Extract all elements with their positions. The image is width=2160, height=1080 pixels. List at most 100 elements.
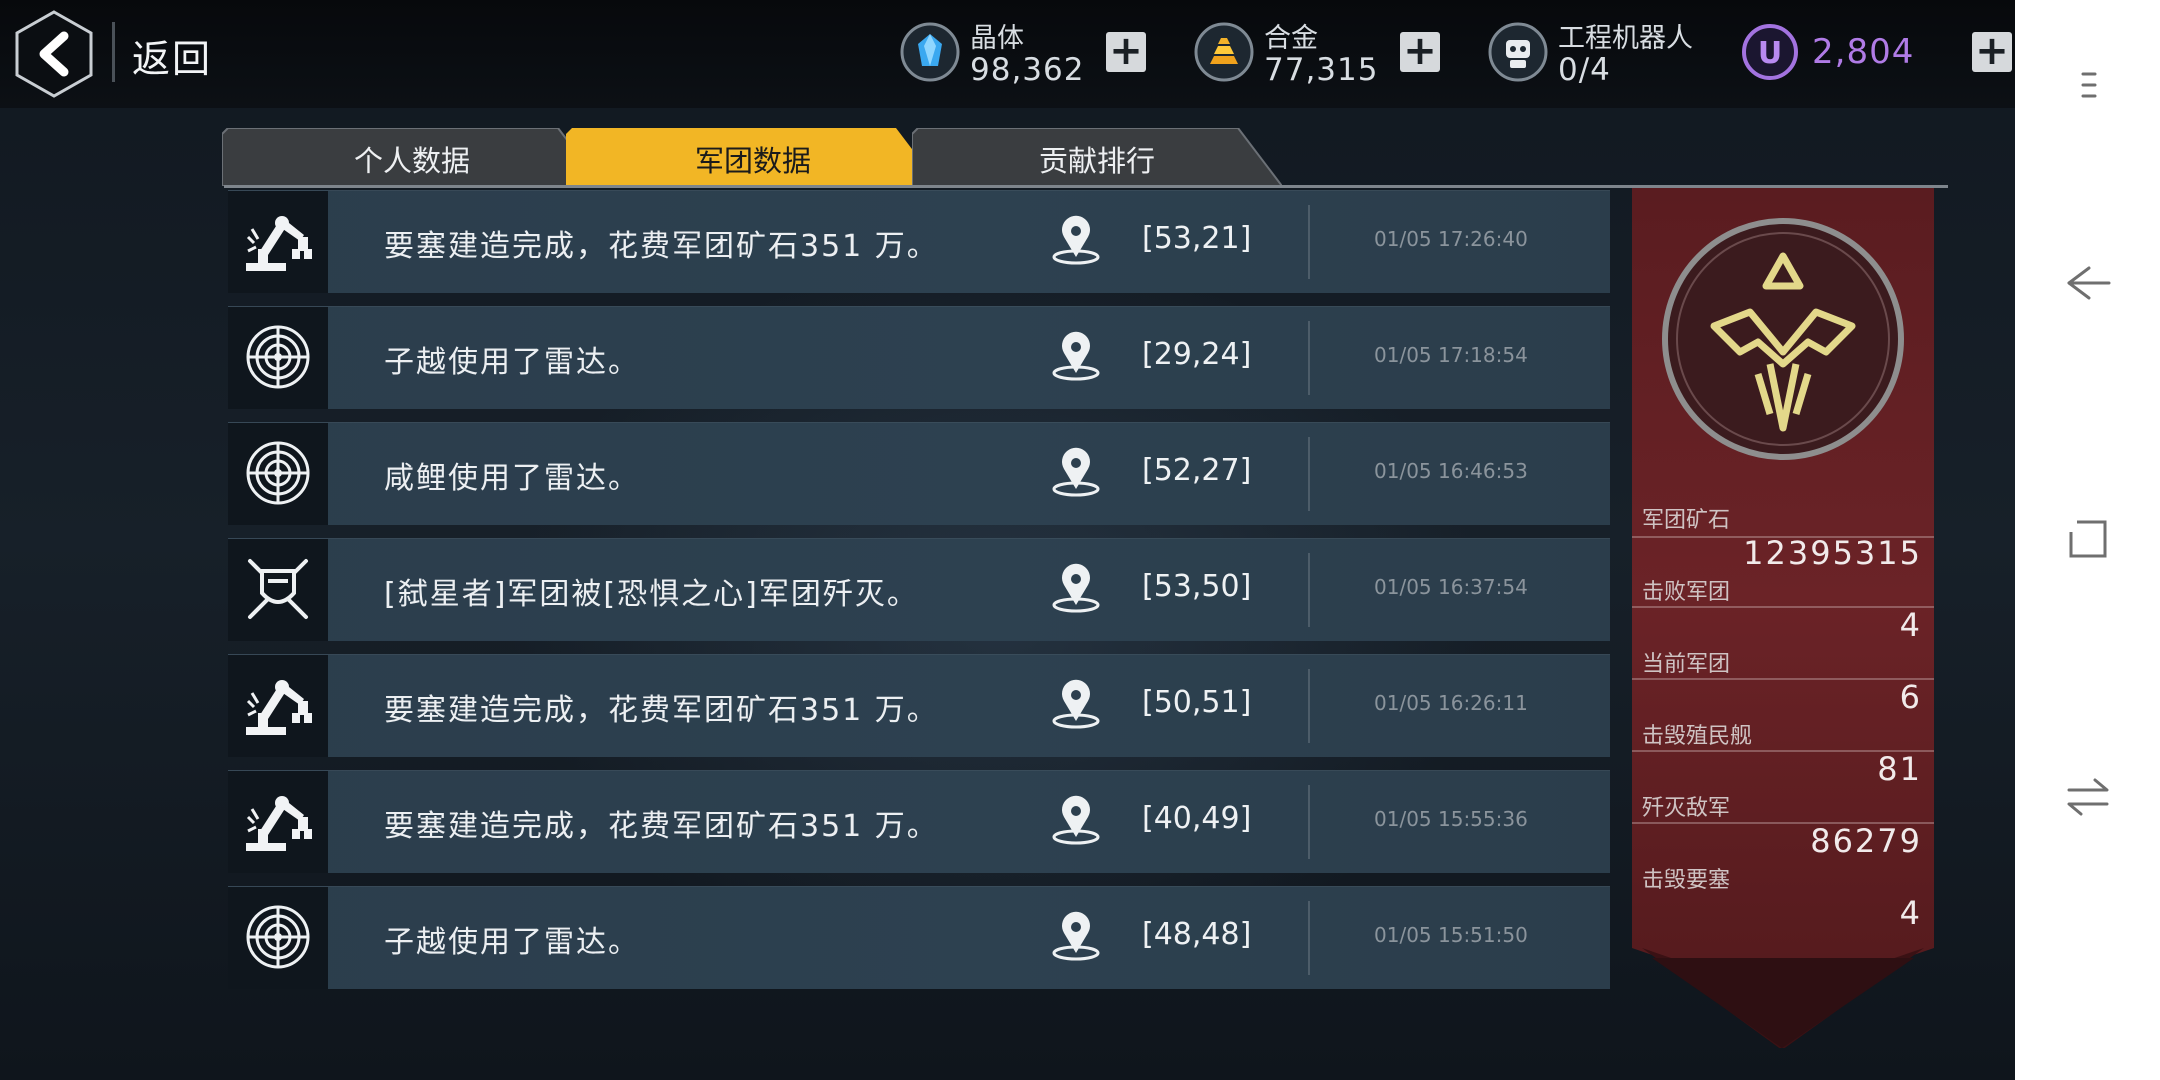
stat-divider bbox=[1632, 536, 1934, 538]
event-icon-box bbox=[228, 423, 328, 525]
location-pin-icon[interactable] bbox=[1048, 559, 1104, 619]
recent-apps-icon[interactable] bbox=[2055, 764, 2121, 830]
row-divider bbox=[1308, 553, 1310, 627]
resource-name: 工程机器人 bbox=[1558, 23, 1693, 54]
event-icon-box bbox=[228, 655, 328, 757]
stat-divider bbox=[1632, 606, 1934, 608]
stat-divider bbox=[1632, 678, 1934, 680]
location-pin-icon[interactable] bbox=[1048, 327, 1104, 387]
event-row[interactable]: 子越使用了雷达。 [29,24] 01/05 17:18:54 bbox=[228, 306, 1610, 409]
event-time: 01/05 15:55:36 bbox=[1374, 807, 1528, 831]
event-coordinates[interactable]: [52,27] bbox=[1142, 453, 1251, 488]
event-icon-box bbox=[228, 307, 328, 409]
event-row[interactable]: 子越使用了雷达。 [48,48] 01/05 15:51:50 bbox=[228, 886, 1610, 989]
tab-label: 军团数据 bbox=[694, 144, 811, 178]
stat-divider bbox=[1632, 750, 1934, 752]
event-coordinates[interactable]: [40,49] bbox=[1142, 801, 1251, 836]
location-pin-icon[interactable] bbox=[1048, 675, 1104, 735]
tab-label: 贡献排行 bbox=[1038, 144, 1155, 178]
event-message: 要塞建造完成，花费军团矿石351 万。 bbox=[384, 809, 939, 844]
stat-value: 81 bbox=[1877, 750, 1922, 788]
menu-icon[interactable] bbox=[2055, 52, 2121, 118]
event-icon-box bbox=[228, 191, 328, 293]
event-row[interactable]: [弑星者]军团被[恐惧之心]军团歼灭。 [53,50] 01/05 16:37:54 bbox=[228, 538, 1610, 641]
back-button[interactable] bbox=[14, 10, 94, 98]
event-list[interactable]: 要塞建造完成，花费军团矿石351 万。[54,17]01/05 17:43:37… bbox=[228, 190, 1610, 1008]
alloy-icon bbox=[1194, 22, 1254, 82]
stat-value: 4 bbox=[1899, 894, 1922, 932]
event-time: 01/05 15:51:50 bbox=[1374, 923, 1528, 947]
row-divider bbox=[1308, 205, 1310, 279]
event-message: 子越使用了雷达。 bbox=[384, 345, 640, 380]
event-icon-box bbox=[228, 539, 328, 641]
home-nav-icon[interactable] bbox=[2055, 506, 2121, 572]
game-screen: 返回 晶体 98,362 + 合金 77,315 + 工程机器人 0/4 U 2… bbox=[0, 0, 2015, 1080]
tab-label: 个人数据 bbox=[353, 144, 470, 178]
row-divider bbox=[1308, 437, 1310, 511]
resource-alloy: 合金 77,315 + bbox=[1194, 12, 1444, 96]
add-crystal-button[interactable]: + bbox=[1106, 31, 1146, 72]
event-time: 01/05 17:18:54 bbox=[1374, 343, 1528, 367]
event-row[interactable]: 咸鲤使用了雷达。 [52,27] 01/05 16:46:53 bbox=[228, 422, 1610, 525]
tab-personal-data[interactable]: 个人数据 bbox=[222, 128, 602, 186]
row-divider bbox=[1308, 901, 1310, 975]
event-time: 01/05 16:37:54 bbox=[1374, 575, 1528, 599]
tab-legion-data[interactable]: 军团数据 bbox=[566, 128, 940, 186]
event-message: 咸鲤使用了雷达。 bbox=[384, 461, 640, 496]
location-pin-icon[interactable] bbox=[1048, 907, 1104, 967]
svg-text:U: U bbox=[1758, 36, 1782, 71]
resource-name: 晶体 bbox=[970, 23, 1024, 54]
event-message: 要塞建造完成，花费军团矿石351 万。 bbox=[384, 693, 939, 728]
top-bar: 返回 晶体 98,362 + 合金 77,315 + 工程机器人 0/4 U 2… bbox=[0, 0, 2015, 108]
legion-stats-panel: 军团矿石 12395315 击败军团 4 当前军团 6 击毁殖民舰 81 歼灭敌… bbox=[1632, 188, 1934, 1048]
event-icon-box bbox=[228, 771, 328, 873]
u-coin-icon: U bbox=[1742, 24, 1798, 80]
event-row[interactable]: 要塞建造完成，花费军团矿石351 万。 [50,51] 01/05 16:26:11 bbox=[228, 654, 1610, 757]
event-coordinates[interactable]: [53,21] bbox=[1142, 221, 1251, 256]
tab-contribution-rank[interactable]: 贡献排行 bbox=[912, 128, 1282, 186]
add-alloy-button[interactable]: + bbox=[1400, 31, 1440, 72]
resource-value: 98,362 bbox=[970, 52, 1085, 88]
event-time: 01/05 16:26:11 bbox=[1374, 691, 1528, 715]
event-message: [弑星者]军团被[恐惧之心]军团歼灭。 bbox=[384, 577, 919, 612]
add-premium-button[interactable]: + bbox=[1972, 31, 2012, 72]
stat-label: 击毁殖民舰 bbox=[1642, 724, 1753, 749]
row-divider bbox=[1308, 785, 1310, 859]
system-nav-bar bbox=[2015, 0, 2160, 1080]
location-pin-icon[interactable] bbox=[1048, 211, 1104, 271]
stat-divider bbox=[1632, 822, 1934, 824]
event-coordinates[interactable]: [53,50] bbox=[1142, 569, 1251, 604]
event-time: 01/05 16:46:53 bbox=[1374, 459, 1528, 483]
back-nav-icon[interactable] bbox=[2055, 250, 2121, 316]
event-row[interactable]: 要塞建造完成，花费军团矿石351 万。 [53,21] 01/05 17:26:40 bbox=[228, 190, 1610, 293]
resource-crystal: 晶体 98,362 + bbox=[900, 12, 1150, 96]
stat-label: 歼灭敌军 bbox=[1642, 796, 1731, 821]
legion-emblem-icon bbox=[1662, 218, 1904, 460]
location-pin-icon[interactable] bbox=[1048, 443, 1104, 503]
premium-value: 2,804 bbox=[1812, 32, 1915, 72]
event-message: 子越使用了雷达。 bbox=[384, 925, 640, 960]
event-coordinates[interactable]: [50,51] bbox=[1142, 685, 1251, 720]
resource-robot: 工程机器人 0/4 bbox=[1488, 12, 1718, 96]
stat-value: 6 bbox=[1899, 678, 1922, 716]
back-label[interactable]: 返回 bbox=[132, 28, 212, 83]
stat-label: 军团矿石 bbox=[1642, 508, 1731, 533]
resource-name: 合金 bbox=[1264, 23, 1318, 54]
event-icon-box bbox=[228, 887, 328, 989]
stat-value: 12395315 bbox=[1743, 534, 1922, 572]
event-row[interactable]: 要塞建造完成，花费军团矿石351 万。 [40,49] 01/05 15:55:36 bbox=[228, 770, 1610, 873]
event-time: 01/05 17:26:40 bbox=[1374, 227, 1528, 251]
stat-label: 当前军团 bbox=[1642, 652, 1731, 677]
stat-value: 4 bbox=[1899, 606, 1922, 644]
event-message: 要塞建造完成，花费军团矿石351 万。 bbox=[384, 229, 939, 264]
robot-icon bbox=[1488, 22, 1548, 82]
row-divider bbox=[1308, 321, 1310, 395]
event-coordinates[interactable]: [48,48] bbox=[1142, 917, 1251, 952]
divider bbox=[112, 22, 115, 82]
stat-value: 86279 bbox=[1810, 822, 1922, 860]
event-coordinates[interactable]: [29,24] bbox=[1142, 337, 1251, 372]
resource-value: 77,315 bbox=[1264, 52, 1379, 88]
back-arrow-icon bbox=[15, 10, 93, 98]
stat-label: 击败军团 bbox=[1642, 580, 1731, 605]
location-pin-icon[interactable] bbox=[1048, 791, 1104, 851]
